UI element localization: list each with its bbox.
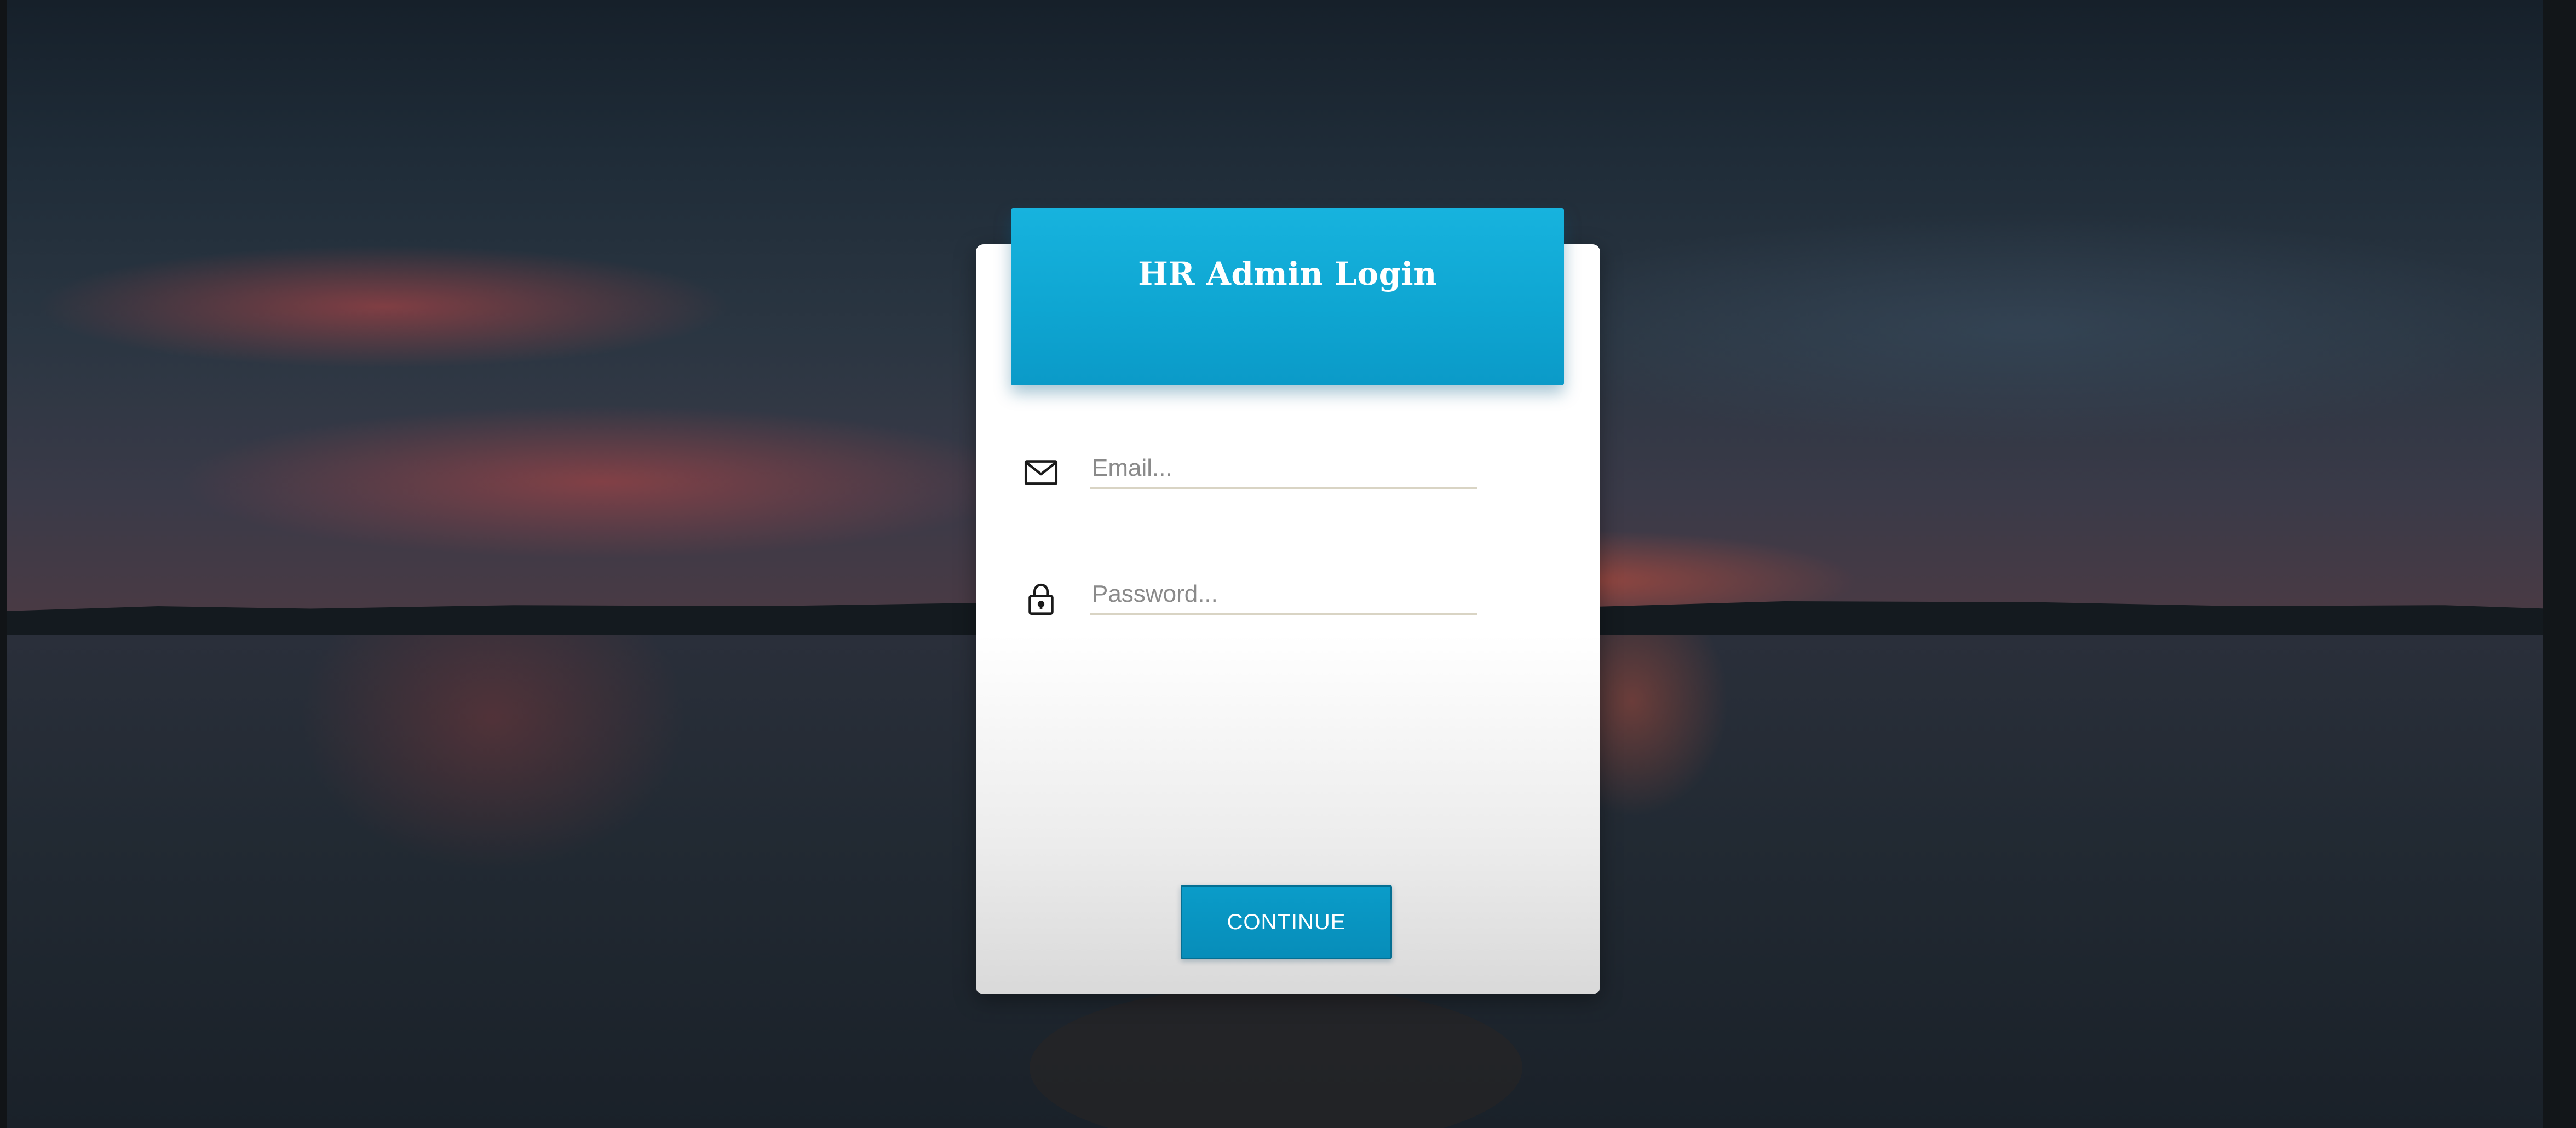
email-row <box>1022 438 1548 498</box>
envelope-icon <box>1022 453 1060 492</box>
login-header: HR Admin Login <box>1011 208 1564 385</box>
page-title: HR Admin Login <box>1138 255 1437 292</box>
left-edge <box>0 0 7 1128</box>
continue-button[interactable]: CONTINUE <box>1181 885 1392 959</box>
lock-icon <box>1022 579 1060 618</box>
password-field[interactable] <box>1090 575 1477 615</box>
right-edge <box>2543 0 2576 1128</box>
password-row <box>1022 564 1548 624</box>
email-field[interactable] <box>1090 449 1477 489</box>
